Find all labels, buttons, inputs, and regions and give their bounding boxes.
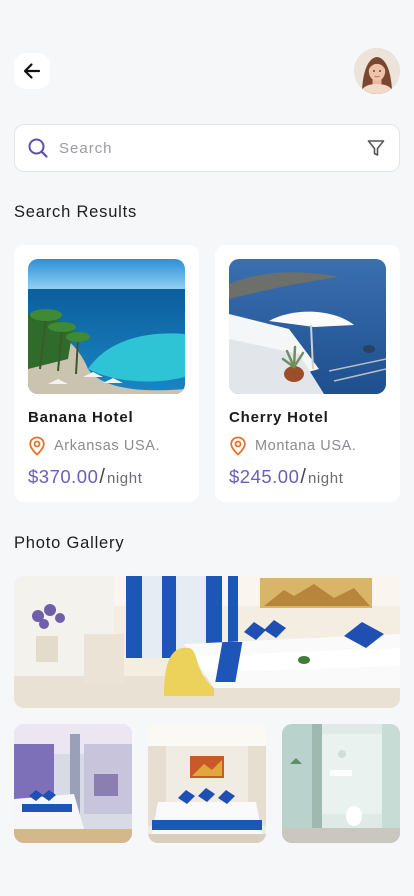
price-slash: / [300, 466, 306, 488]
price-amount: $370.00 [28, 466, 99, 487]
location-pin-icon [230, 436, 246, 456]
hotel-price: $245.00 / night [229, 466, 386, 489]
price-slash: / [99, 466, 105, 488]
hotel-location: Arkansas USA. [28, 436, 185, 456]
hotel-search-screen: Search Results [0, 0, 414, 896]
hotel-location: Montana USA. [229, 436, 386, 456]
search-input[interactable] [59, 139, 365, 157]
hotel-card[interactable]: Cherry Hotel Montana USA. $245.00 / nigh… [215, 245, 400, 502]
gallery-main-photo[interactable] [14, 576, 400, 708]
arrow-left-icon [23, 63, 41, 79]
price-unit: night [106, 470, 143, 487]
hotel-card[interactable]: Banana Hotel Arkansas USA. $370.00 / nig… [14, 245, 199, 502]
gallery-thumbnail[interactable] [14, 724, 132, 843]
hotel-photo [28, 259, 185, 394]
price-unit: night [307, 470, 344, 487]
photo-gallery-title: Photo Gallery [14, 534, 125, 552]
hotel-location-text: Arkansas USA. [54, 438, 161, 454]
gallery-thumbnail[interactable] [148, 724, 266, 843]
hotel-name: Cherry Hotel [229, 409, 329, 426]
hotel-location-text: Montana USA. [255, 438, 357, 454]
price-amount: $245.00 [229, 466, 300, 487]
hotel-name: Banana Hotel [28, 409, 134, 426]
filter-icon[interactable] [365, 137, 387, 159]
search-results-title: Search Results [14, 203, 138, 221]
gallery-thumbnail[interactable] [282, 724, 400, 843]
location-pin-icon [29, 436, 45, 456]
hotel-photo [229, 259, 386, 394]
search-bar [14, 124, 400, 172]
back-button[interactable] [14, 53, 50, 89]
avatar[interactable] [354, 48, 400, 94]
search-icon[interactable] [27, 137, 49, 159]
hotel-price: $370.00 / night [28, 466, 185, 489]
